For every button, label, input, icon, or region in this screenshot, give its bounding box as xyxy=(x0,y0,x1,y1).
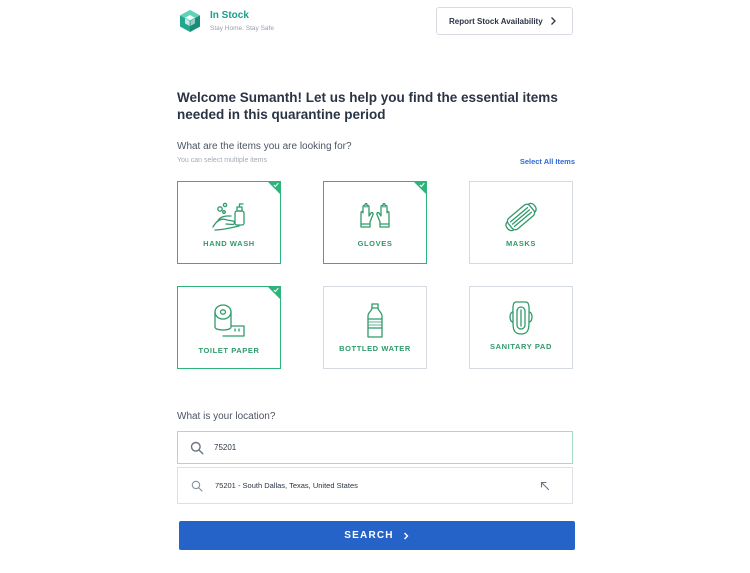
item-tile-hand-wash[interactable]: HAND WASH xyxy=(177,181,281,264)
item-tile-gloves[interactable]: GLOVES xyxy=(323,181,427,264)
search-icon xyxy=(190,441,204,455)
item-label: TOILET PAPER xyxy=(198,346,260,355)
chevron-right-icon xyxy=(551,17,556,25)
report-stock-button[interactable]: Report Stock Availability xyxy=(436,7,573,35)
select-all-link[interactable]: Select All Items xyxy=(520,157,575,166)
brand-logo[interactable]: In Stock Stay Home. Stay Safe xyxy=(178,9,274,33)
brand-tagline: Stay Home. Stay Safe xyxy=(210,25,274,32)
items-hint: You can select multiple items xyxy=(177,157,268,164)
item-tile-masks[interactable]: MASKS xyxy=(469,181,573,264)
mask-icon xyxy=(505,202,537,232)
check-icon xyxy=(273,182,279,188)
sanitary-pad-icon xyxy=(509,301,533,335)
brand-title: In Stock xyxy=(210,10,249,21)
search-button[interactable]: SEARCH xyxy=(179,521,575,550)
chevron-right-icon xyxy=(403,532,409,539)
item-label: SANITARY PAD xyxy=(490,342,552,351)
items-question: What are the items you are looking for? xyxy=(177,141,352,152)
location-suggestion[interactable]: 75201 - South Dallas, Texas, United Stat… xyxy=(177,467,573,504)
suggestion-text: 75201 - South Dallas, Texas, United Stat… xyxy=(215,481,358,490)
location-input[interactable] xyxy=(214,443,554,452)
check-icon xyxy=(273,287,279,293)
item-tile-bottled-water[interactable]: BOTTLED WATER xyxy=(323,286,427,369)
location-question: What is your location? xyxy=(177,411,276,422)
search-button-label: SEARCH xyxy=(344,530,394,541)
hand-wash-icon xyxy=(212,202,245,231)
item-label: GLOVES xyxy=(357,239,393,248)
check-icon xyxy=(419,182,425,188)
cube-icon xyxy=(180,10,200,32)
location-search-field[interactable] xyxy=(177,431,573,464)
search-icon xyxy=(191,480,203,492)
report-stock-label: Report Stock Availability xyxy=(449,16,543,26)
welcome-heading: Welcome Sumanth! Let us help you find th… xyxy=(177,90,558,122)
toilet-paper-icon xyxy=(214,304,245,337)
arrow-up-left-icon xyxy=(540,481,550,491)
item-label: BOTTLED WATER xyxy=(339,344,411,353)
item-label: HAND WASH xyxy=(203,239,255,248)
item-tile-toilet-paper[interactable]: TOILET PAPER xyxy=(177,286,281,369)
item-label: MASKS xyxy=(505,239,537,248)
item-tile-sanitary-pad[interactable]: SANITARY PAD xyxy=(469,286,573,369)
gloves-icon xyxy=(360,202,390,228)
water-bottle-icon xyxy=(367,303,383,338)
